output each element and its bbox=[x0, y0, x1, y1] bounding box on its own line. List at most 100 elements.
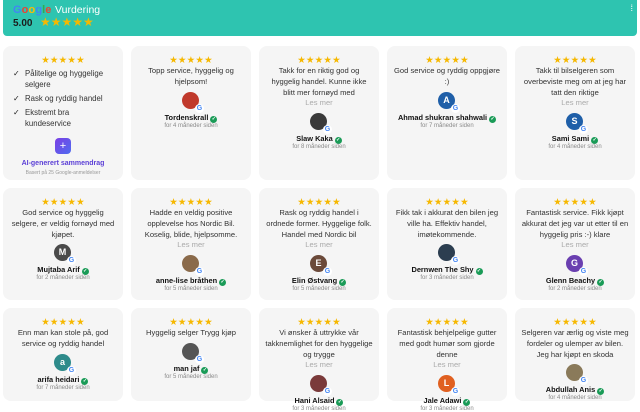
read-more-link[interactable]: Les mer bbox=[265, 240, 373, 251]
reviewer-name: Elin Østvang bbox=[291, 276, 338, 286]
review-stars: ★★★★★ bbox=[41, 317, 85, 328]
reviewer-name-row: Abdullah Anis ✓ bbox=[515, 385, 635, 396]
google-badge-icon: G bbox=[195, 267, 204, 277]
review-stars: ★★★★★ bbox=[297, 197, 341, 208]
google-badge-icon: G bbox=[579, 376, 588, 386]
review-text: Takk til bilselgeren som overbeviste meg… bbox=[523, 66, 627, 97]
read-more-link[interactable]: Les mer bbox=[521, 98, 629, 109]
check-icon: ✓ bbox=[13, 69, 20, 78]
summary-bullet: ✓ Rask og ryddig handel bbox=[13, 93, 117, 104]
reviewer-name-row: Tordenskrall ✓ bbox=[131, 113, 251, 123]
review-text-block: Hyggelig selger Trygg kjøp bbox=[137, 328, 245, 339]
reviewer-name-row: arifa heidari ✓ bbox=[3, 375, 123, 385]
verified-check-icon: ✓ bbox=[210, 115, 218, 123]
review-stars: ★★★★★ bbox=[553, 55, 597, 66]
review-date: for 3 måneder siden bbox=[292, 406, 346, 412]
reviewer-name: man jaf bbox=[173, 363, 200, 373]
check-icon: ✓ bbox=[13, 94, 20, 103]
review-text-block: God service og hyggelig selgere, er veld… bbox=[9, 208, 117, 240]
review-text-block: Rask og ryddig handel i ordnede former. … bbox=[265, 208, 373, 251]
avatar: G bbox=[566, 364, 588, 386]
read-more-link[interactable]: Les mer bbox=[265, 98, 373, 109]
review-text: Hyggelig selger Trygg kjøp bbox=[146, 328, 236, 337]
avatar: MG bbox=[54, 244, 76, 266]
reviewer-name: Sami Sami bbox=[551, 134, 590, 144]
review-card: ★★★★★ Hyggelig selger Trygg kjøp Gman jaf ✓… bbox=[131, 308, 251, 401]
google-badge-icon: G bbox=[323, 267, 332, 277]
review-date: for 7 måneder siden bbox=[36, 384, 90, 391]
google-badge-icon: G bbox=[67, 256, 76, 266]
review-card: ★★★★★ Selgeren var ærlig og viste meg for… bbox=[515, 308, 635, 401]
summary-list: ✓ Pålitelige og hyggelige selgere ✓ Rask o… bbox=[13, 68, 117, 132]
reviewer-name-row: Ahmad shukran shahwali ✓ bbox=[387, 113, 507, 123]
verified-check-icon: ✓ bbox=[201, 366, 209, 374]
review-stars: ★★★★★ bbox=[425, 317, 469, 328]
review-stars: ★★★★★ bbox=[553, 317, 597, 328]
avatar: LG bbox=[438, 375, 460, 397]
reviewer-name-row: Mujtaba Arif ✓ bbox=[3, 265, 123, 276]
verified-check-icon: ✓ bbox=[475, 268, 483, 276]
review-date: for 3 måneder siden bbox=[420, 406, 474, 412]
review-text-block: Takk for en riktig god og hyggelig hande… bbox=[265, 66, 373, 109]
review-card: ★★★★★ God service og hyggelig selgere, er… bbox=[3, 188, 123, 300]
review-card: ★★★★★ Enn man kan stole på, god service o… bbox=[3, 308, 123, 401]
review-card: ★★★★★ Topp service, hyggelig og hjelpsom!… bbox=[131, 46, 251, 180]
review-text-block: Hadde en veldig positive opplevelse hos … bbox=[137, 208, 245, 251]
review-text: Hadde en veldig positive opplevelse hos … bbox=[144, 208, 238, 239]
read-more-link[interactable]: Les mer bbox=[137, 240, 245, 251]
review-text: God service og ryddig oppgjøre :) bbox=[394, 66, 500, 86]
google-badge-icon: G bbox=[451, 387, 460, 397]
review-stars: ★★★★★ bbox=[41, 197, 85, 208]
review-text: Fantastisk behjelpelige gutter med godt … bbox=[397, 328, 497, 359]
menu-icon[interactable]: ⁞ bbox=[630, 3, 633, 13]
google-letter: o bbox=[28, 4, 36, 16]
ai-summary-source: Basert på 25 Google-anmeldelser bbox=[25, 170, 101, 176]
review-text-block: Topp service, hyggelig og hjelpsom! bbox=[137, 66, 245, 88]
verified-check-icon: ✓ bbox=[489, 115, 497, 123]
reviewer-name: Mujtaba Arif bbox=[37, 265, 80, 275]
reviewer-name-row: Slaw Kaka ✓ bbox=[259, 134, 379, 145]
read-more-link[interactable]: Les mer bbox=[521, 240, 629, 251]
avatar: G bbox=[310, 375, 332, 397]
review-card: ★★★★★ Takk til bilselgeren som overbevist… bbox=[515, 46, 635, 180]
google-badge-icon: G bbox=[67, 365, 76, 375]
google-badge-icon: G bbox=[451, 256, 460, 266]
review-text: Rask og ryddig handel i ordnede former. … bbox=[266, 208, 372, 239]
reviewer-name-row: anne-lise bråthen ✓ bbox=[131, 276, 251, 287]
review-date: for 2 måneder siden bbox=[548, 286, 602, 293]
reviewer-name: Ahmad shukran shahwali bbox=[397, 112, 488, 122]
review-text: Takk for en riktig god og hyggelig hande… bbox=[271, 66, 367, 97]
review-text-block: Enn man kan stole på, god service og ryd… bbox=[9, 328, 117, 350]
summary-stars: ★★★★★ bbox=[41, 55, 85, 66]
review-text-block: Vi ønsker å uttrykke vår takknemlighet f… bbox=[265, 328, 373, 371]
google-badge-icon: G bbox=[323, 125, 332, 135]
review-stars: ★★★★★ bbox=[425, 197, 469, 208]
reviewer-name: anne-lise bråthen bbox=[155, 276, 218, 286]
avatar: EG bbox=[310, 255, 332, 277]
review-date: for 7 måneder siden bbox=[420, 122, 474, 129]
google-badge-icon: G bbox=[579, 267, 588, 277]
verified-check-icon: ✓ bbox=[219, 279, 227, 287]
google-letter: G bbox=[13, 4, 22, 16]
review-text: Enn man kan stole på, god service og ryd… bbox=[17, 328, 109, 348]
summary-bullet: ✓ Pålitelige og hyggelige selgere bbox=[13, 68, 117, 90]
review-stars: ★★★★★ bbox=[169, 197, 213, 208]
review-text-block: Fikk tak i akkurat den bilen jeg ville h… bbox=[393, 208, 501, 240]
review-date: for 3 måneder siden bbox=[420, 275, 474, 282]
avatar: G bbox=[182, 91, 204, 113]
reviewer-name-row: man jaf ✓ bbox=[131, 364, 251, 374]
review-stars: ★★★★★ bbox=[169, 317, 213, 328]
read-more-link[interactable]: Les mer bbox=[265, 360, 373, 371]
review-stars: ★★★★★ bbox=[297, 317, 341, 328]
rating-stars: ★★★★★ bbox=[40, 15, 94, 29]
review-card: ★★★★★ Rask og ryddig handel i ordnede for… bbox=[259, 188, 379, 300]
review-stars: ★★★★★ bbox=[297, 55, 341, 66]
google-badge-icon: G bbox=[323, 387, 332, 397]
review-text: Fantastisk service. Fikk kjøpt akkurat d… bbox=[521, 208, 629, 239]
review-card: ★★★★★ Vi ønsker å uttrykke vår takknemlig… bbox=[259, 308, 379, 412]
google-letter: o bbox=[21, 4, 29, 16]
review-stars: ★★★★★ bbox=[425, 55, 469, 66]
reviewer-name: Slaw Kaka bbox=[296, 134, 333, 144]
review-stars: ★★★★★ bbox=[169, 55, 213, 66]
read-more-link[interactable]: Les mer bbox=[393, 360, 501, 371]
